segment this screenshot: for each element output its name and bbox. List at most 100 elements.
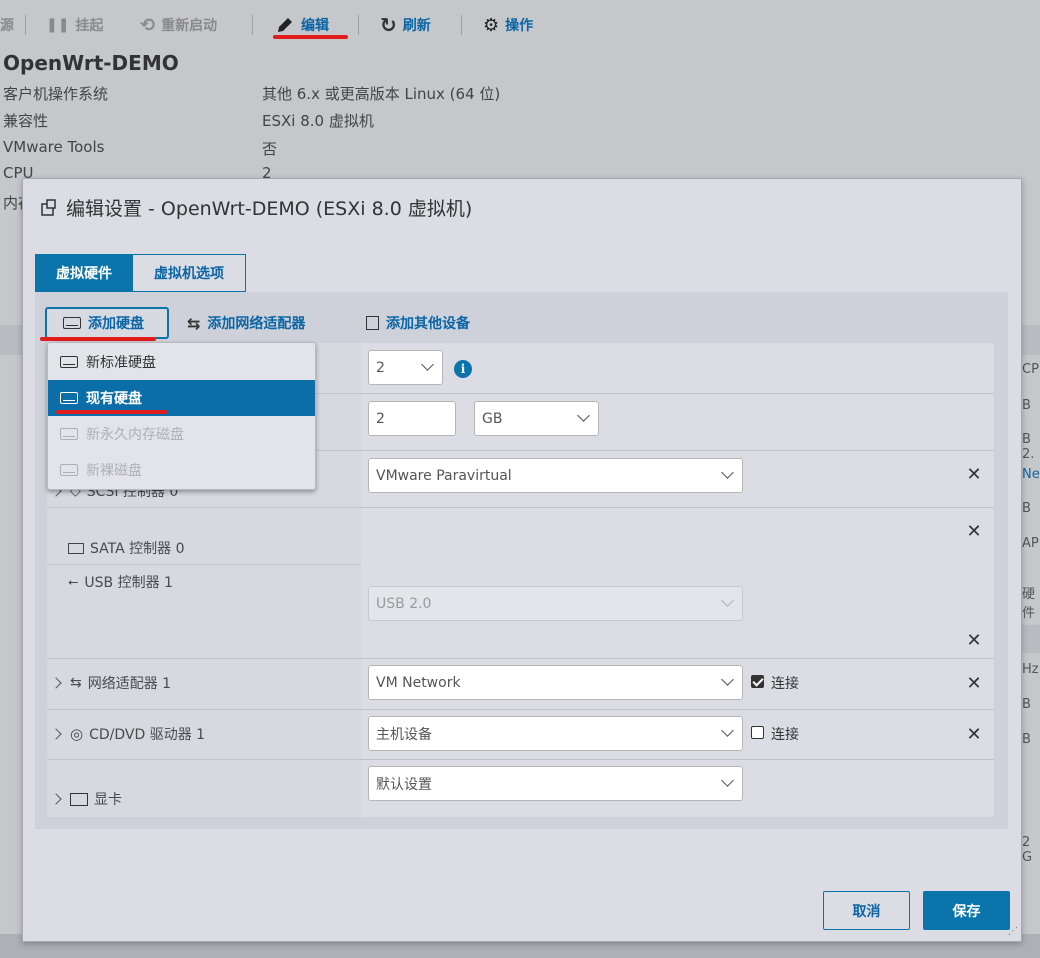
usb-icon: ⭠ (68, 574, 79, 590)
row-divider (47, 507, 994, 508)
toolbar-separator (358, 15, 359, 35)
video-settings-value: 默认设置 (376, 776, 432, 793)
side-fragment: Ne (1022, 467, 1040, 482)
cddvd-select[interactable]: 主机设备 (368, 716, 743, 751)
scsi-type-select[interactable]: VMware Paravirtual (368, 458, 743, 493)
remove-scsi-close-icon[interactable]: ✕ (966, 466, 982, 484)
resize-handle-icon[interactable]: ⋰ (1008, 926, 1018, 937)
suspend-label: 挂起 (75, 18, 104, 34)
cddvd-connect-checkbox[interactable] (751, 726, 764, 739)
menu-item-label: 新标准硬盘 (86, 355, 156, 371)
add-other-device-button[interactable]: 添加其他设备 (366, 307, 470, 339)
chevron-down-icon (421, 358, 434, 371)
add-network-label: 添加网络适配器 (207, 316, 306, 332)
summary-value: 其他 6.x 或更高版本 Linux (64 位) (262, 85, 501, 103)
expand-chevron-icon (50, 793, 62, 805)
network-adapter-label: 网络适配器 1 (87, 676, 172, 692)
video-card-row[interactable]: 显卡 (50, 789, 122, 809)
edit-label: 编辑 (301, 18, 329, 34)
tab-virtual-hardware[interactable]: 虚拟硬件 (35, 254, 133, 292)
network-value: VM Network (376, 674, 461, 691)
side-fragment: B (1022, 398, 1031, 413)
side-fragment: B (1022, 501, 1031, 516)
expand-chevron-icon (50, 677, 62, 689)
chevron-down-icon (721, 774, 734, 787)
network-adapter-row[interactable]: ⇆ 网络适配器 1 (50, 673, 172, 693)
side-fragment: Hz (1022, 662, 1039, 677)
add-other-label: 添加其他设备 (386, 316, 470, 332)
menu-item-new-standard-disk[interactable]: 新标准硬盘 (48, 344, 315, 380)
info-icon[interactable]: i (454, 360, 472, 378)
restart-button[interactable]: ⟲ 重新启动 (140, 14, 217, 36)
cddvd-label: CD/DVD 驱动器 1 (89, 727, 206, 743)
save-button[interactable]: 保存 (923, 891, 1010, 930)
dialog-title-text: 编辑设置 - OpenWrt-DEMO (ESXi 8.0 虚拟机) (66, 198, 473, 220)
summary-label: 兼容性 (3, 112, 49, 130)
cddvd-row[interactable]: ◎ CD/DVD 驱动器 1 (50, 724, 206, 744)
background-band (0, 325, 22, 355)
remove-usb-close-icon[interactable]: ✕ (966, 632, 982, 650)
chevron-down-icon (721, 594, 734, 607)
scsi-type-value: VMware Paravirtual (376, 467, 512, 484)
memory-size-input[interactable]: 2 (368, 401, 456, 436)
chevron-down-icon (721, 673, 734, 686)
add-hard-disk-label: 添加硬盘 (88, 316, 144, 332)
cddvd-connect-label: 连接 (771, 727, 799, 743)
restart-label: 重新启动 (161, 18, 218, 34)
side-fragment: B (1022, 697, 1031, 712)
menu-item-label: 新永久内存磁盘 (86, 427, 184, 443)
annotation-underline (56, 410, 167, 414)
network-connect-checkbox[interactable] (751, 675, 764, 688)
cpu-count-select[interactable]: 2 (368, 350, 443, 385)
summary-label: 客户机操作系统 (3, 85, 109, 103)
hard-disk-icon (63, 317, 81, 329)
side-fragment: 2 G (1022, 835, 1033, 865)
toolbar-partial-item: 源 (0, 14, 14, 36)
sata-controller-row: SATA 控制器 0 (68, 538, 185, 558)
refresh-button[interactable]: ↻ 刷新 (380, 13, 431, 37)
tab-vm-options[interactable]: 虚拟机选项 (132, 254, 246, 292)
hard-disk-icon (60, 356, 78, 368)
memory-unit-select[interactable]: GB (474, 401, 599, 436)
suspend-button[interactable]: ❚❚ 挂起 (46, 14, 103, 36)
remove-sata-close-icon[interactable]: ✕ (966, 523, 982, 541)
other-device-icon (366, 316, 379, 330)
add-hard-disk-button[interactable]: 添加硬盘 (45, 307, 169, 339)
usb-controller-row: ⭠ USB 控制器 1 (68, 572, 173, 592)
add-disk-menu: 新标准硬盘 现有硬盘 新永久内存磁盘 新裸磁盘 (47, 342, 316, 490)
monitor-icon (70, 792, 88, 806)
memory-size-value: 2 (376, 410, 385, 427)
side-fragment: CPU (1022, 362, 1040, 377)
remove-network-close-icon[interactable]: ✕ (966, 675, 982, 693)
toolbar-partial-label: 源 (0, 18, 14, 34)
tab-label: 虚拟硬件 (56, 266, 112, 282)
annotation-underline (273, 35, 348, 39)
save-label: 保存 (952, 903, 981, 920)
pencil-icon (278, 18, 292, 32)
memory-unit-value: GB (482, 410, 503, 427)
network-select[interactable]: VM Network (368, 665, 743, 700)
side-fragment: API (1022, 536, 1040, 551)
sata-icon (68, 542, 84, 554)
actions-label: 操作 (505, 18, 534, 34)
dialog-title: 编辑设置 - OpenWrt-DEMO (ESXi 8.0 虚拟机) (40, 194, 472, 221)
add-network-adapter-button[interactable]: ⇆ 添加网络适配器 (187, 307, 305, 339)
menu-item-new-pmem-disk: 新永久内存磁盘 (48, 416, 315, 452)
chevron-down-icon (721, 466, 734, 479)
edit-button[interactable]: 编辑 (275, 14, 329, 36)
toolbar-separator (252, 15, 253, 35)
restart-icon: ⟲ (140, 14, 156, 36)
menu-item-label: 现有硬盘 (86, 391, 142, 407)
chevron-down-icon (577, 409, 590, 422)
row-divider (47, 709, 994, 710)
cancel-button[interactable]: 取消 (823, 891, 910, 930)
actions-button[interactable]: ⚙ 操作 (483, 14, 533, 36)
video-settings-select[interactable]: 默认设置 (368, 766, 743, 801)
side-fragment: B 2. (1022, 432, 1035, 462)
remove-cddvd-close-icon[interactable]: ✕ (966, 726, 982, 744)
expand-chevron-icon (50, 728, 62, 740)
usb-type-select: USB 2.0 (368, 586, 743, 621)
hard-disk-icon (60, 428, 78, 440)
toolbar-separator (25, 15, 26, 35)
row-divider (47, 658, 994, 659)
